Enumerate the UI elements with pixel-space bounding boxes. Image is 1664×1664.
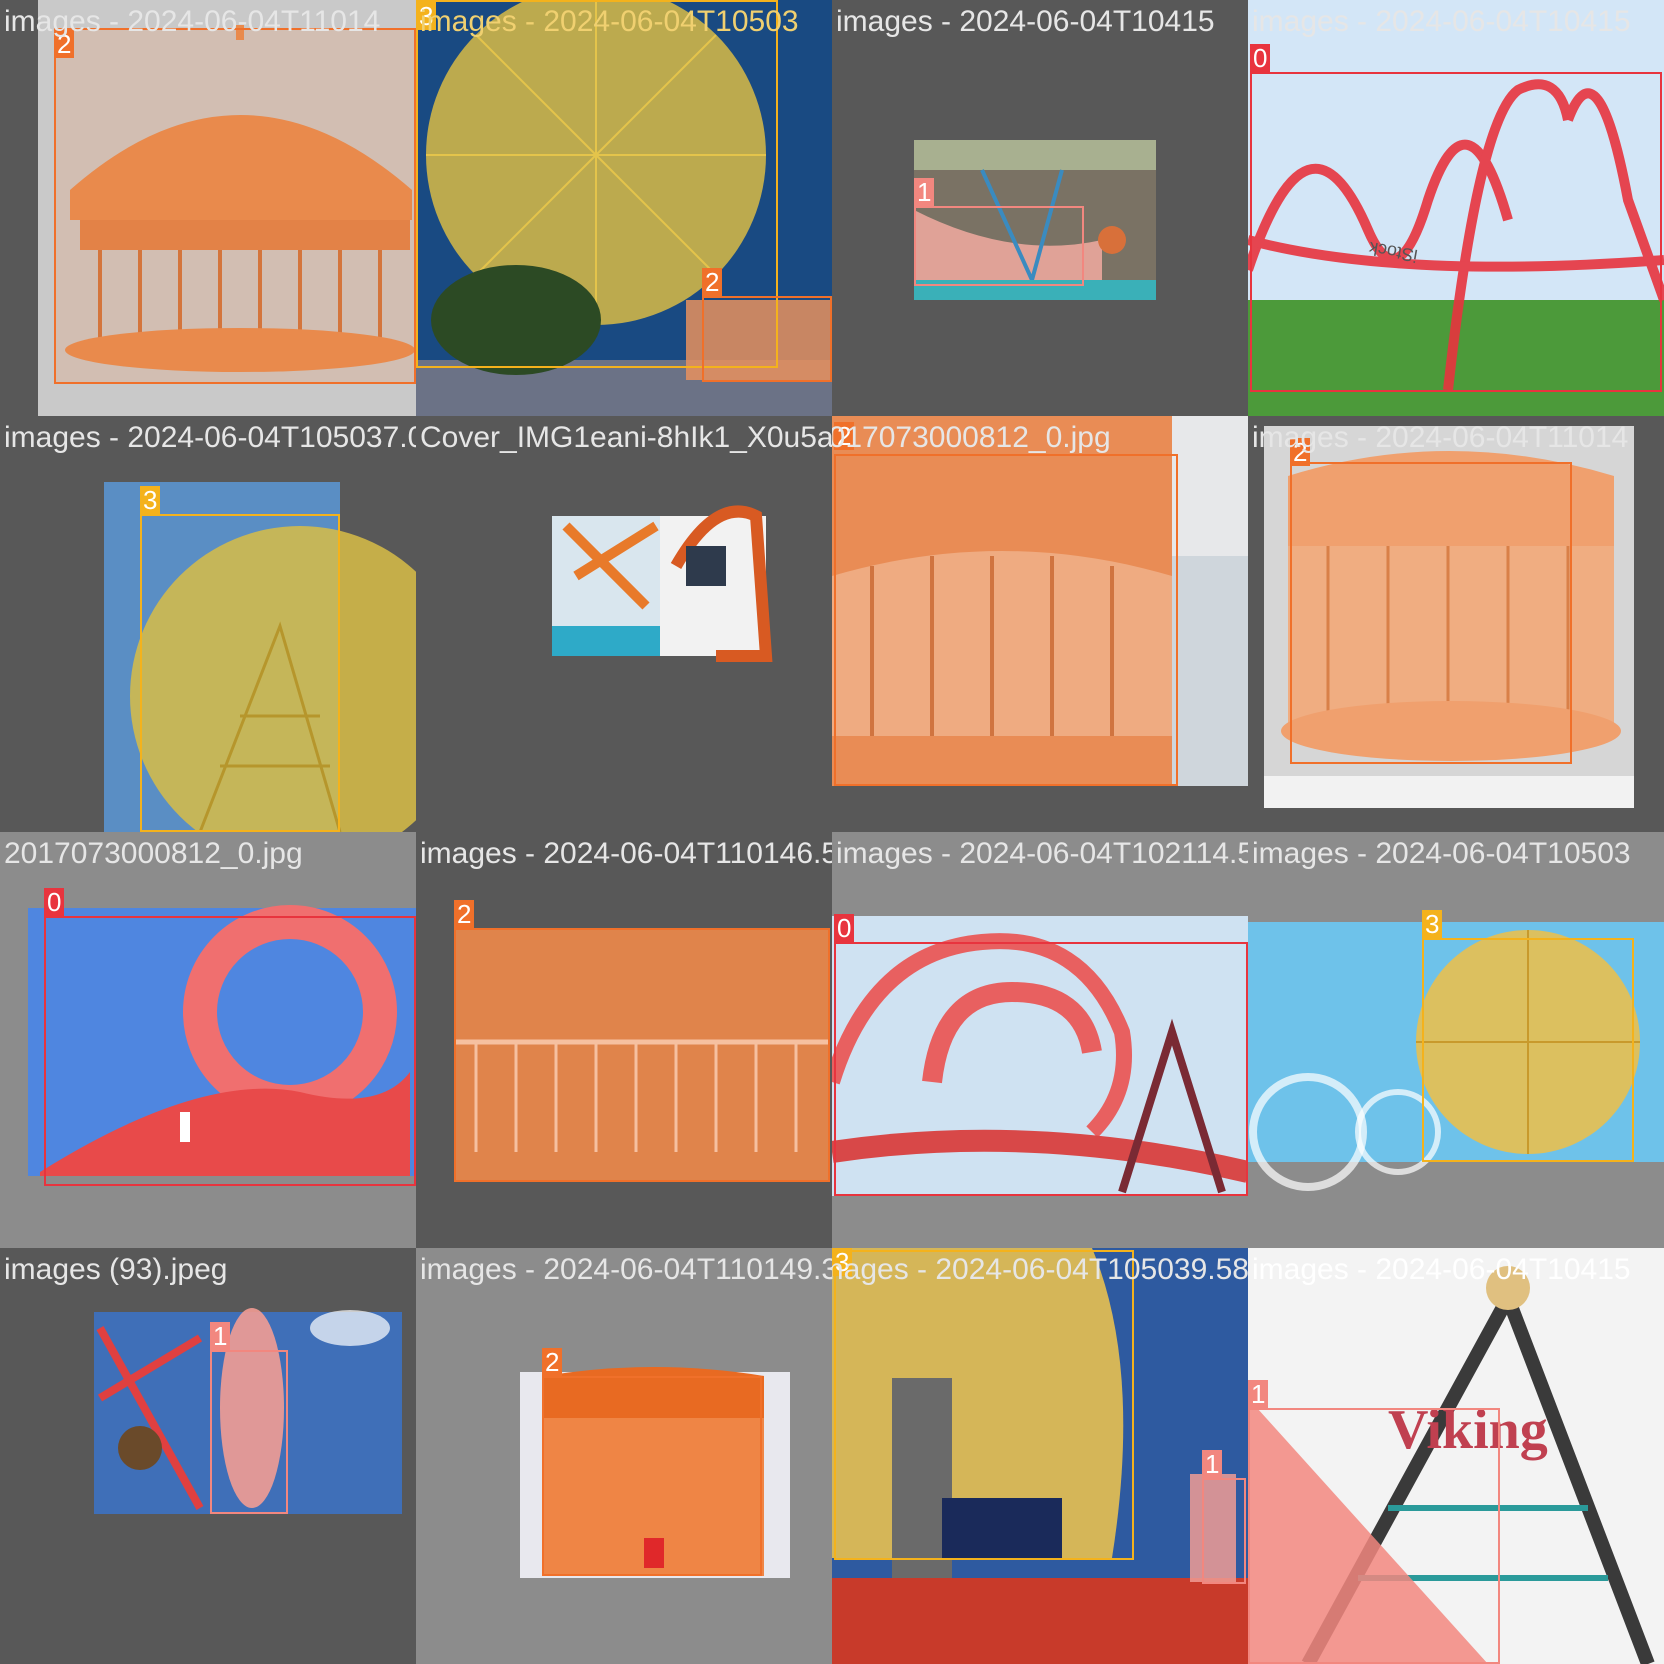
bbox-roller-coaster	[834, 942, 1248, 1196]
class-label: 0	[1250, 44, 1271, 72]
tile-filename: Cover_IMG1eani-8hIk1_X0u5aCs-iCarousel-i…	[420, 421, 832, 454]
class-label: 3	[1422, 910, 1443, 938]
class-label: 1	[1202, 1450, 1223, 1478]
class-label: 0	[834, 914, 855, 942]
tile-1: 2 images - 2024-06-04T11014	[0, 0, 416, 416]
bbox-pendulum-ride	[1202, 1478, 1246, 1584]
tile-filename: images - 2024-06-04T105039.582.jpeg	[832, 1253, 1248, 1286]
tile-filename: 2017073000812_0.jpg	[832, 421, 1111, 454]
tile-3: 1 images - 2024-06-04T10415	[832, 0, 1248, 416]
tile-filename: images - 2024-06-04T110146.549.jpeg	[420, 837, 832, 870]
tile-filename: images - 2024-06-04T102114.546.jpeg	[836, 837, 1248, 870]
tile-7: 2 2017073000812_0.jpg	[832, 416, 1248, 832]
tile-filename: images - 2024-06-04T10503	[1252, 837, 1631, 870]
tile-9: 0 2017073000812_0.jpg	[0, 832, 416, 1248]
bbox-pendulum-ride	[210, 1350, 288, 1514]
bbox-carousel	[54, 28, 416, 384]
tile-5: 3 images - 2024-06-04T105037.086.jpeg	[0, 416, 416, 832]
bbox-carousel	[542, 1376, 762, 1576]
bbox-carousel	[702, 296, 832, 382]
tile-16: Viking 1 images - 2024-06-04T10415	[1248, 1248, 1664, 1664]
class-label: 1	[1248, 1380, 1269, 1408]
tile-11: 0 images - 2024-06-04T102114.546.jpeg	[832, 832, 1248, 1248]
class-label: 2	[542, 1348, 563, 1376]
class-label: 2	[702, 268, 723, 296]
bbox-ferris-wheel	[1422, 938, 1634, 1162]
class-label: 1	[210, 1322, 231, 1350]
class-label: 1	[914, 178, 935, 206]
class-label: 3	[140, 486, 161, 514]
roller-coaster-photo	[552, 505, 773, 662]
tile-filename: images - 2024-06-04T11014	[4, 5, 381, 38]
tile-2: 3 2 images - 2024-06-04T10503	[416, 0, 832, 416]
tile-filename: images (93).jpeg	[4, 1253, 228, 1286]
class-label: 0	[44, 888, 65, 916]
tile-8: 2 images - 2024-06-04T11014	[1248, 416, 1664, 832]
bbox-carousel	[454, 928, 830, 1182]
tile-filename: images - 2024-06-04T11014	[1252, 421, 1629, 454]
tile-filename: images - 2024-06-04T10415	[1252, 1253, 1631, 1286]
bbox-carousel	[834, 454, 1178, 786]
tile-14: 2 images - 2024-06-04T110149.335.jpeg	[416, 1248, 832, 1664]
tile-filename: images - 2024-06-04T10415	[836, 5, 1215, 38]
tile-filename: images - 2024-06-04T110149.335.jpeg	[420, 1253, 832, 1286]
tile-6: Cover_IMG1eani-8hIk1_X0u5aCs-iCarousel-i…	[416, 416, 832, 832]
tile-filename: images - 2024-06-04T10503	[420, 5, 799, 38]
bbox-pendulum-ride	[1248, 1408, 1500, 1664]
class-label: 2	[454, 900, 475, 928]
tile-13: 1 images (93).jpeg	[0, 1248, 416, 1664]
tile-filename: images - 2024-06-04T10415	[1252, 5, 1631, 38]
tile-10: 2 images - 2024-06-04T110146.549.jpeg	[416, 832, 832, 1248]
bbox-carousel	[1290, 462, 1572, 764]
mosaic-grid: 2 images - 2024-06-04T11014 3 2 images -…	[0, 0, 1664, 1664]
tile-15: 3 1 images - 2024-06-04T105039.582.jpeg	[832, 1248, 1248, 1664]
bbox-ferris-wheel	[834, 1250, 1134, 1560]
bbox-pendulum-ride	[914, 206, 1084, 286]
bbox-ferris-wheel	[140, 514, 340, 832]
tile-filename: images - 2024-06-04T105037.086.jpeg	[4, 421, 416, 454]
tile-4: iStock 0 images - 2024-06-04T10415	[1248, 0, 1664, 416]
bbox-roller-coaster	[44, 916, 416, 1186]
tile-12: 3 images - 2024-06-04T10503	[1248, 832, 1664, 1248]
tile-filename: 2017073000812_0.jpg	[4, 837, 303, 870]
bbox-roller-coaster	[1250, 72, 1662, 392]
pendulum-ride-photo	[94, 1308, 402, 1514]
